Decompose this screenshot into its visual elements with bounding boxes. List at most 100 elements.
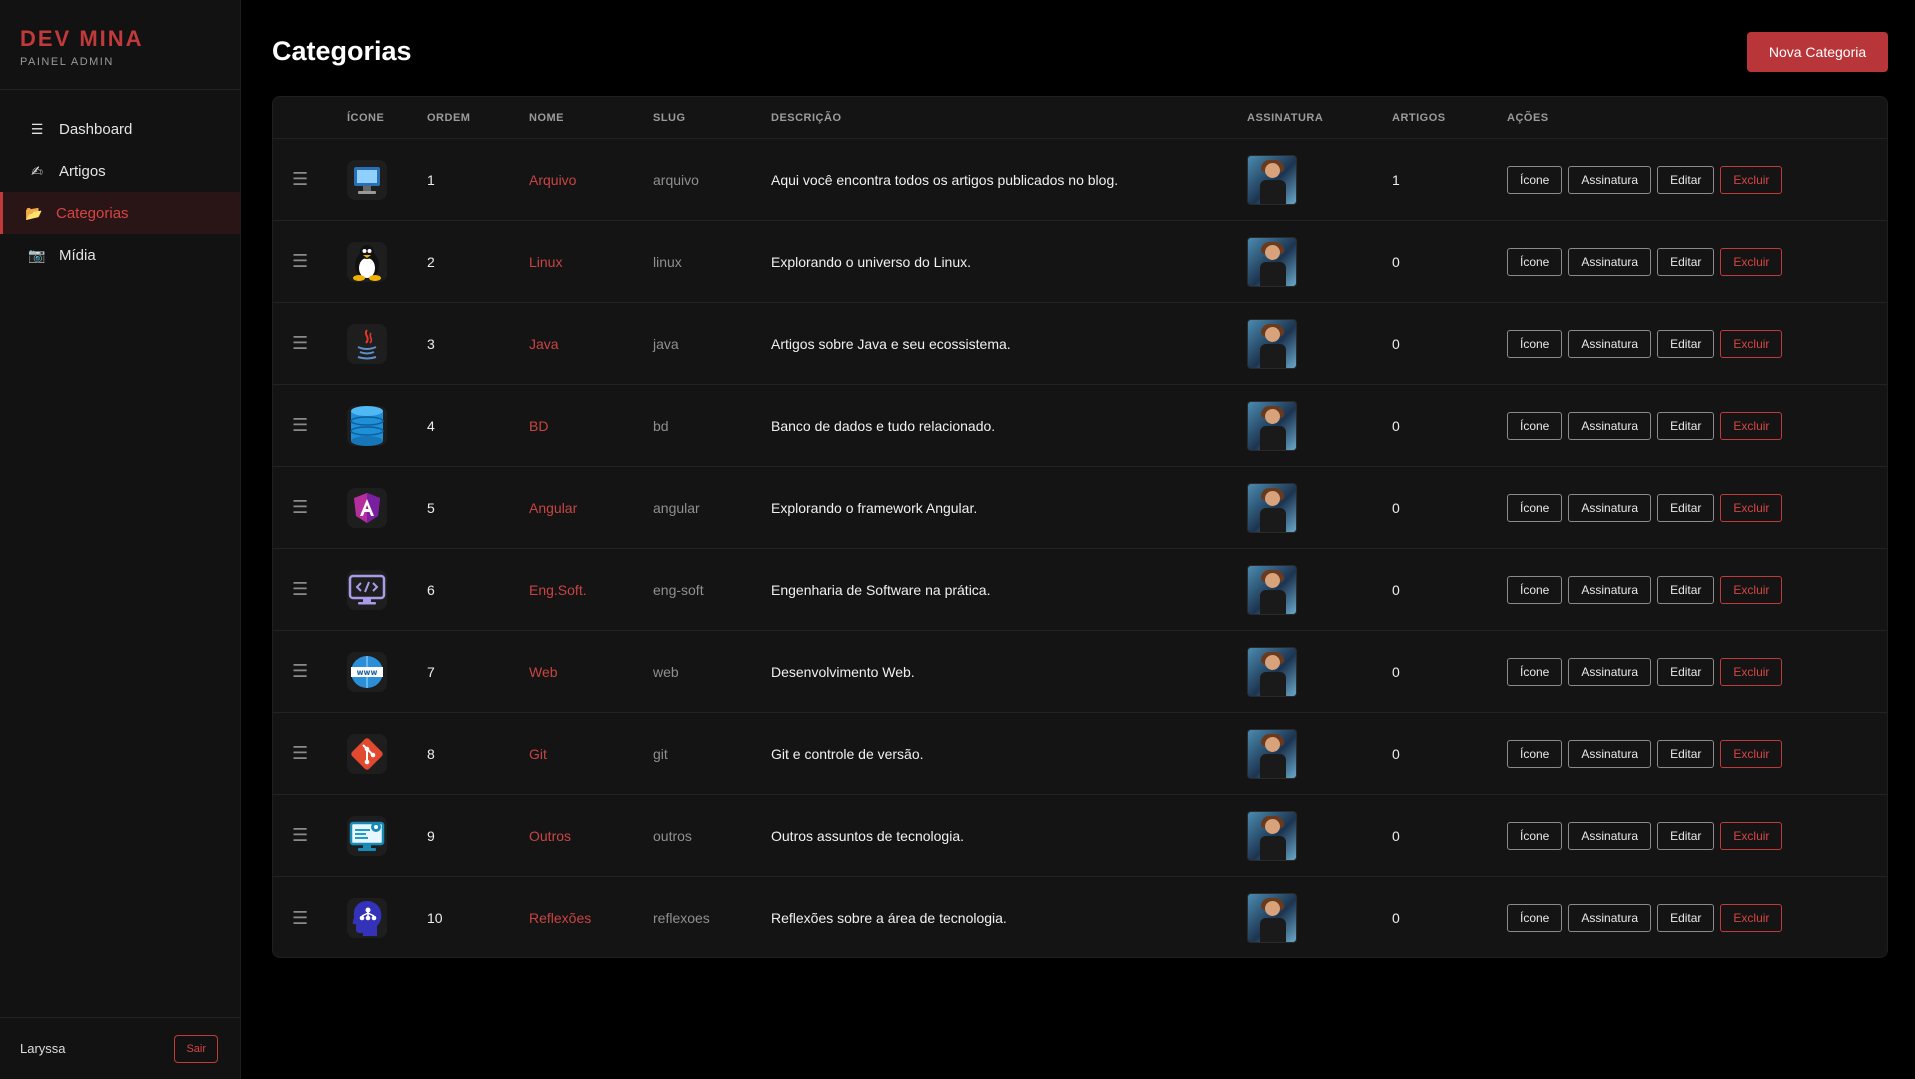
sidebar-item-label: Categorias — [56, 204, 129, 222]
sidebar-nav: ☰ Dashboard ✍ Artigos 📂 Categorias 📷 Míd… — [0, 108, 240, 276]
settings-monitor-icon — [347, 815, 387, 856]
cell-nome: Reflexões — [529, 910, 592, 926]
edit-button[interactable]: Editar — [1657, 739, 1715, 768]
signature-button[interactable]: Assinatura — [1568, 411, 1652, 440]
icon-button[interactable]: Ícone — [1507, 821, 1563, 850]
signature-button[interactable]: Assinatura — [1568, 821, 1652, 850]
cell-slug: git — [653, 745, 668, 762]
signature-button[interactable]: Assinatura — [1568, 575, 1652, 604]
cell-ordem: 4 — [427, 417, 435, 434]
sidebar-item-dashboard[interactable]: ☰ Dashboard — [0, 108, 240, 150]
cell-artigos: 0 — [1392, 499, 1400, 516]
drag-handle-icon[interactable]: ☰ — [292, 169, 308, 189]
drag-handle-icon[interactable]: ☰ — [292, 251, 308, 271]
column-header-acoes: AÇÕES — [1507, 111, 1549, 124]
edit-button[interactable]: Editar — [1657, 904, 1715, 932]
delete-button[interactable]: Excluir — [1720, 821, 1783, 850]
signature-button[interactable]: Assinatura — [1568, 329, 1652, 358]
drag-handle-icon[interactable]: ☰ — [292, 579, 308, 599]
drag-handle-icon[interactable]: ☰ — [292, 661, 308, 681]
edit-button[interactable]: Editar — [1657, 247, 1715, 276]
delete-button[interactable]: Excluir — [1720, 904, 1783, 932]
cell-artigos: 0 — [1392, 335, 1400, 352]
cell-artigos: 0 — [1392, 910, 1400, 926]
edit-button[interactable]: Editar — [1657, 821, 1715, 850]
cell-artigos: 0 — [1392, 745, 1400, 762]
edit-button[interactable]: Editar — [1657, 165, 1715, 194]
column-header-ordem: ORDEM — [427, 111, 471, 124]
new-category-button[interactable]: Nova Categoria — [1747, 32, 1888, 72]
delete-button[interactable]: Excluir — [1720, 165, 1783, 194]
sidebar-item-categorias[interactable]: 📂 Categorias — [0, 192, 240, 234]
drag-handle-icon[interactable]: ☰ — [292, 825, 308, 845]
icon-button[interactable]: Ícone — [1507, 657, 1563, 686]
delete-button[interactable]: Excluir — [1720, 575, 1783, 604]
signature-button[interactable]: Assinatura — [1568, 739, 1652, 768]
svg-text:www: www — [357, 668, 378, 677]
edit-button[interactable]: Editar — [1657, 657, 1715, 686]
drag-handle-icon[interactable]: ☰ — [292, 333, 308, 353]
icon-button[interactable]: Ícone — [1507, 329, 1563, 358]
signature-thumbnail — [1247, 154, 1297, 205]
table-row: ☰ 6 Eng.Soft. eng-soft Engenharia de Sof… — [273, 549, 1887, 631]
icon-button[interactable]: Ícone — [1507, 575, 1563, 604]
icon-button[interactable]: Ícone — [1507, 493, 1563, 522]
column-header-slug: SLUG — [653, 111, 686, 124]
cell-ordem: 9 — [427, 827, 435, 844]
drag-handle-icon[interactable]: ☰ — [292, 415, 308, 435]
cell-nome: Outros — [529, 827, 572, 844]
signature-thumbnail — [1247, 810, 1297, 861]
table-row: ☰ 4 BD bd Banco de dados e tudo relacion… — [273, 385, 1887, 467]
signature-button[interactable]: Assinatura — [1568, 493, 1652, 522]
sidebar: DEV MINA PAINEL ADMIN ☰ Dashboard ✍ Arti… — [0, 0, 241, 1079]
icon-button[interactable]: Ícone — [1507, 739, 1563, 768]
cell-ordem: 7 — [427, 663, 435, 680]
icon-button[interactable]: Ícone — [1507, 411, 1563, 440]
delete-button[interactable]: Excluir — [1720, 411, 1783, 440]
delete-button[interactable]: Excluir — [1720, 247, 1783, 276]
cell-descricao: Engenharia de Software na prática. — [771, 581, 991, 598]
cell-artigos: 1 — [1392, 171, 1400, 188]
logout-button[interactable]: Sair — [174, 1034, 218, 1063]
table-row: ☰ www 7 Web web Desenvolvimento Web. 0 Í… — [273, 631, 1887, 713]
delete-button[interactable]: Excluir — [1720, 657, 1783, 686]
table-row: ☰ 5 Angular angular Explorando o framewo… — [273, 467, 1887, 549]
table-row: ☰ 2 Linux linux Explorando o universo do… — [273, 221, 1887, 303]
signature-button[interactable]: Assinatura — [1568, 657, 1652, 686]
user-name: Laryssa — [20, 1041, 66, 1056]
delete-button[interactable]: Excluir — [1720, 329, 1783, 358]
cell-nome: Arquivo — [529, 171, 577, 188]
signature-button[interactable]: Assinatura — [1568, 247, 1652, 276]
signature-button[interactable]: Assinatura — [1568, 165, 1652, 194]
sidebar-item-label: Mídia — [59, 246, 96, 264]
cell-descricao: Outros assuntos de tecnologia. — [771, 827, 965, 844]
sidebar-item-artigos[interactable]: ✍ Artigos — [0, 150, 240, 192]
brand-subtitle: PAINEL ADMIN — [20, 56, 114, 68]
icon-button[interactable]: Ícone — [1507, 165, 1563, 194]
column-header-artigos: ARTIGOS — [1392, 111, 1446, 124]
edit-button[interactable]: Editar — [1657, 493, 1715, 522]
drag-handle-icon[interactable]: ☰ — [292, 908, 308, 928]
delete-button[interactable]: Excluir — [1720, 739, 1783, 768]
sidebar-item-midia[interactable]: 📷 Mídia — [0, 234, 240, 276]
cell-nome: Web — [529, 663, 558, 680]
www-globe-icon: www — [347, 651, 387, 692]
cell-descricao: Banco de dados e tudo relacionado. — [771, 417, 996, 434]
cell-artigos: 0 — [1392, 581, 1400, 598]
edit-button[interactable]: Editar — [1657, 411, 1715, 440]
edit-button[interactable]: Editar — [1657, 575, 1715, 604]
sidebar-item-label: Dashboard — [59, 120, 133, 138]
column-header-icone: ÍCONE — [347, 111, 385, 124]
database-icon — [347, 405, 387, 446]
cell-ordem: 2 — [427, 253, 435, 270]
edit-button[interactable]: Editar — [1657, 329, 1715, 358]
icon-button[interactable]: Ícone — [1507, 904, 1563, 932]
icon-button[interactable]: Ícone — [1507, 247, 1563, 276]
drag-handle-icon[interactable]: ☰ — [292, 497, 308, 517]
cell-descricao: Aqui você encontra todos os artigos publ… — [771, 171, 1119, 188]
signature-thumbnail — [1247, 564, 1297, 615]
angular-icon — [347, 487, 387, 528]
delete-button[interactable]: Excluir — [1720, 493, 1783, 522]
signature-button[interactable]: Assinatura — [1568, 904, 1652, 932]
drag-handle-icon[interactable]: ☰ — [292, 743, 308, 763]
